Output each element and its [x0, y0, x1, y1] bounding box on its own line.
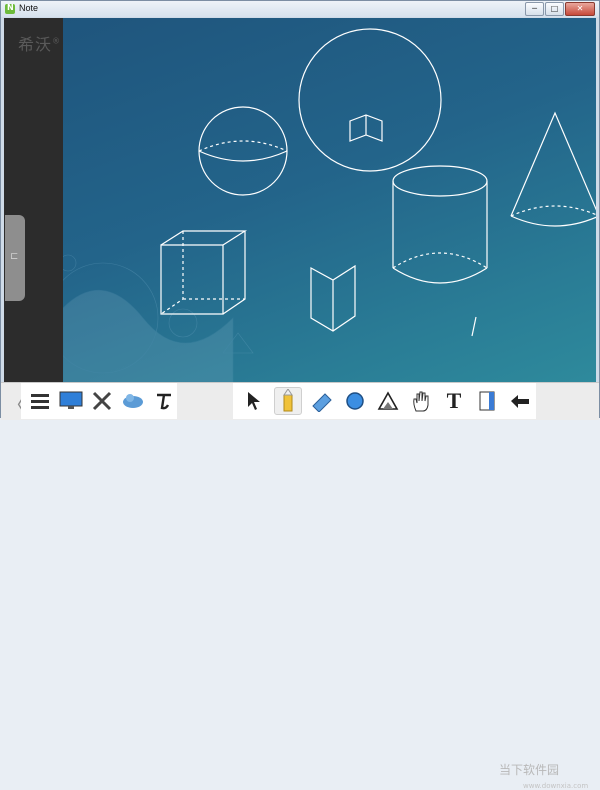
background-circle	[63, 254, 77, 272]
brand-logo-mark: ®	[52, 36, 62, 46]
menu-icon[interactable]	[27, 388, 52, 414]
watermark-text: 当下软件园	[499, 763, 560, 777]
text-icon[interactable]: T	[441, 388, 467, 414]
shape-circle-icon[interactable]	[342, 388, 368, 414]
window-title: Note	[19, 3, 39, 13]
text-recognition-icon[interactable]	[152, 388, 177, 414]
window-controls: ─ □ ✕	[525, 2, 595, 16]
drawing-canvas[interactable]	[63, 18, 596, 382]
canvas-drawing	[63, 28, 596, 382]
text-recognition-icon-glyph	[157, 393, 172, 410]
brand-logo-text: 希沃	[18, 35, 53, 54]
eraser-icon[interactable]	[309, 388, 335, 414]
monitor-icon[interactable]	[58, 388, 83, 414]
sphere-equator-front	[198, 150, 288, 162]
cone-base-back	[510, 205, 596, 217]
cloud-shape	[63, 289, 234, 382]
cylinder-top	[392, 165, 488, 197]
cone-sides	[510, 111, 596, 217]
undo-icon-glyph	[511, 395, 529, 408]
app-icon-letter: N	[7, 3, 14, 12]
background-decoration	[63, 254, 254, 382]
undo-icon[interactable]	[507, 388, 533, 414]
cursor-icon-glyph	[248, 392, 260, 410]
maximize-button[interactable]: □	[545, 2, 564, 16]
text-icon-glyph: T	[446, 388, 462, 413]
cone-base-front	[510, 215, 596, 227]
triangle-icon-glyph	[377, 391, 399, 410]
menu-icon-glyph	[30, 394, 49, 409]
sphere-equator-back	[198, 140, 288, 152]
background-pie	[168, 308, 198, 338]
eraser-icon-glyph	[312, 393, 332, 412]
minimize-button[interactable]: ─	[525, 2, 544, 16]
folded-paper-shape	[310, 264, 356, 332]
monitor-icon-glyph	[59, 391, 83, 409]
shape-circle-icon-glyph	[346, 392, 364, 410]
page-icon[interactable]	[474, 388, 500, 414]
hand-icon[interactable]	[408, 388, 434, 414]
app-window: N Note ─ □ ✕ 希沃® ⊏ 〈 T 当下软件园 www.downxia…	[0, 0, 600, 790]
large-circle	[298, 28, 442, 172]
main-content: 希沃® ⊏	[4, 18, 596, 382]
cube-front-face	[160, 244, 224, 315]
left-tool-group	[21, 383, 177, 419]
brand-logo: 希沃®	[18, 31, 61, 55]
close-button[interactable]: ✕	[565, 2, 595, 16]
cylinder-bottom-front	[392, 267, 488, 284]
bottom-toolbar: 〈 T 当下软件园 www.downxia.com	[1, 382, 599, 790]
triangle-icon[interactable]	[375, 388, 401, 414]
tools-icon-glyph	[92, 391, 112, 411]
cursor-icon[interactable]	[241, 388, 267, 414]
drawer-icon: ⊏	[10, 251, 19, 262]
cube-hidden-edges	[160, 231, 245, 315]
app-icon: N	[5, 3, 15, 14]
cylinder-bottom-back	[392, 252, 488, 269]
pen-icon-glyph	[283, 389, 293, 412]
tools-icon[interactable]	[89, 388, 114, 414]
cloud-icon[interactable]	[121, 388, 146, 414]
cube-top-right-edges	[160, 230, 248, 315]
pen-stroke	[471, 316, 477, 337]
sphere-shape	[198, 106, 288, 196]
open-book-shape	[349, 114, 383, 142]
watermark-url: www.downxia.com	[523, 782, 589, 790]
side-panel: 希沃® ⊏	[4, 18, 63, 382]
title-bar[interactable]: N Note ─ □ ✕	[1, 1, 599, 17]
geometry-shapes	[160, 28, 596, 337]
pen-icon[interactable]	[274, 387, 302, 415]
side-drawer-handle[interactable]: ⊏	[5, 215, 25, 301]
page-icon-glyph	[479, 391, 495, 411]
hand-icon-glyph	[413, 391, 429, 412]
drawing-tool-group: T	[233, 383, 536, 419]
cloud-icon-glyph	[123, 394, 144, 408]
